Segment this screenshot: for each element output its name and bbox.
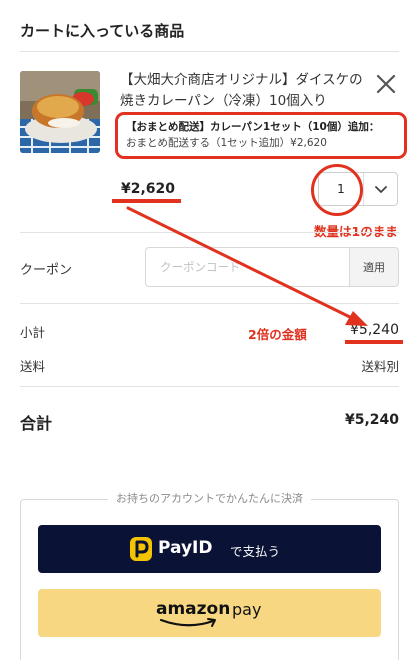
price-underline	[112, 199, 181, 203]
product-thumbnail[interactable]	[20, 71, 100, 153]
subtotal-underline	[345, 340, 403, 344]
payid-brand: PayID	[158, 538, 213, 558]
subtotal-label: 小計	[20, 325, 46, 340]
subtotal-value: ¥5,240	[350, 322, 399, 338]
quantity-separator	[363, 173, 364, 205]
divider	[20, 232, 399, 233]
amazon-pay-button[interactable]: amazon pay	[38, 589, 381, 637]
payid-logo-icon	[130, 537, 152, 561]
coupon-input[interactable]	[145, 247, 349, 287]
payid-button[interactable]: PayID で支払う	[38, 525, 381, 573]
product-price: ¥2,620	[121, 181, 176, 197]
chevron-down-icon	[375, 186, 387, 193]
cart-heading: カートに入っている商品	[20, 22, 185, 40]
remove-item-button[interactable]	[374, 72, 398, 96]
product-name[interactable]: 【大畑大介商店オリジナル】ダイスケの焼きカレーパン（冷凍）10個入り	[120, 70, 370, 112]
amazon-pay-wordmark: pay	[232, 600, 262, 619]
product-option-highlight: 【おまとめ配送】カレーパン1セット（10個）追加： おまとめ配送する（1セット追…	[115, 112, 407, 159]
amazon-smile-icon	[159, 618, 216, 627]
quantity-value: 1	[337, 182, 345, 196]
divider	[20, 386, 399, 387]
shipping-label: 送料	[20, 359, 46, 374]
close-icon	[376, 74, 396, 94]
quantity-annotation: 数量は1のまま	[314, 224, 398, 239]
divider	[20, 303, 399, 304]
quantity-select[interactable]: 1	[318, 172, 398, 206]
option-title: 【おまとめ配送】カレーパン1セット（10個）追加：	[126, 121, 380, 133]
divider	[20, 51, 399, 52]
double-amount-annotation: 2倍の金額	[248, 327, 307, 342]
express-payment-caption: お持ちのアカウントでかんたんに決済	[0, 490, 419, 506]
coupon-label: クーポン	[20, 263, 73, 278]
payid-label: で支払う	[230, 544, 281, 559]
amazon-wordmark: amazon	[156, 599, 231, 619]
express-payment-caption-text: お持ちのアカウントでかんたんに決済	[108, 492, 311, 505]
coupon-apply-button[interactable]: 適用	[349, 247, 399, 287]
total-label: 合計	[20, 414, 53, 433]
total-value: ¥5,240	[344, 412, 399, 428]
option-detail: おまとめ配送する（1セット追加）¥2,620	[126, 137, 327, 149]
shipping-value: 送料別	[361, 359, 399, 374]
amazon-pay-logo: amazon pay	[156, 599, 264, 629]
